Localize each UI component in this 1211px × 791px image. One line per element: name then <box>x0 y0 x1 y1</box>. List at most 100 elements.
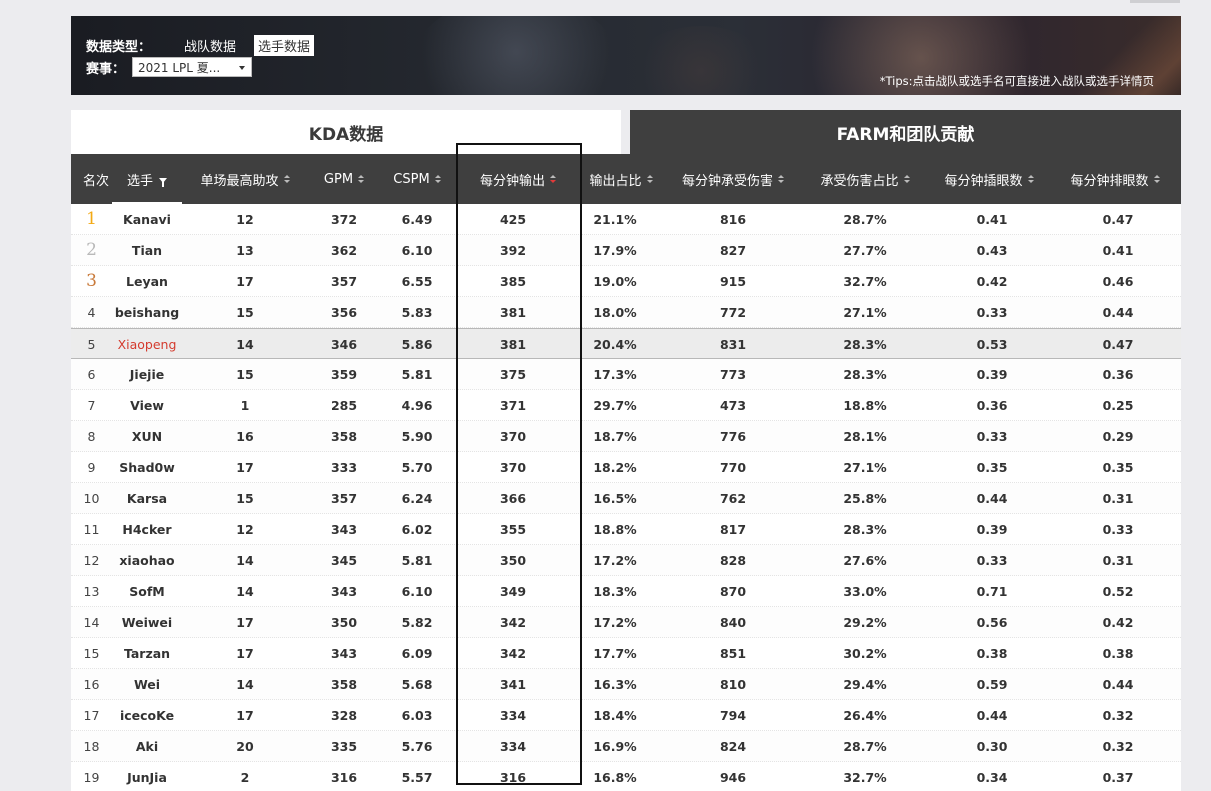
sort-icon[interactable] <box>1153 174 1160 184</box>
cell-dt-share: 18.8% <box>843 398 887 413</box>
cell-player[interactable]: Weiwei <box>112 607 182 638</box>
cell-player[interactable]: xiaohao <box>112 545 182 576</box>
table-row[interactable]: 7 View 1 285 4.96 371 29.7% 473 18.8% 0.36 0.25 <box>71 390 1181 421</box>
cell-player[interactable]: H4cker <box>112 514 182 545</box>
rank-medal-icon: 1 <box>86 209 97 229</box>
cell-dt-share: 32.7% <box>843 274 887 289</box>
table-row[interactable]: 16 Wei 14 358 5.68 341 16.3% 810 29.4% 0.59 0.44 <box>71 669 1181 700</box>
cell-max-assist: 13 <box>236 243 254 258</box>
cell-wcpm: 0.47 <box>1102 212 1134 227</box>
table-row[interactable]: 14 Weiwei 17 350 5.82 342 17.2% 840 29.2% 0.56 0.4… <box>71 607 1181 638</box>
cell-rank: 16 <box>83 677 100 692</box>
cell-wpm: 0.43 <box>976 243 1008 258</box>
filter-icon[interactable] <box>159 177 167 187</box>
col-wpm[interactable]: 每分钟插眼数 <box>933 154 1045 204</box>
sort-icon[interactable] <box>434 174 441 184</box>
cell-dtpm: 772 <box>719 305 747 320</box>
cell-wcpm: 0.44 <box>1102 305 1134 320</box>
sort-desc-icon[interactable] <box>550 174 556 184</box>
cell-player[interactable]: JunJia <box>112 762 182 791</box>
sort-icon[interactable] <box>903 174 910 184</box>
data-type-filter: 数据类型： 战队数据 选手数据 <box>86 35 328 56</box>
cell-dmg-share: 20.4% <box>593 337 637 352</box>
table-row[interactable]: 8 XUN 16 358 5.90 370 18.7% 776 28.1% 0.33 0.29 <box>71 421 1181 452</box>
col-dpm[interactable]: 每分钟输出 <box>456 154 580 204</box>
cell-cspm: 6.24 <box>401 491 433 506</box>
tips-text: *Tips:点击战队或选手名可直接进入战队或选手详情页 <box>879 74 1154 88</box>
table-row[interactable]: 10 Karsa 15 357 6.24 366 16.5% 762 25.8% 0.44 0.31 <box>71 483 1181 514</box>
cell-player[interactable]: Jiejie <box>112 359 182 390</box>
cell-dmg-share: 18.7% <box>593 429 637 444</box>
col-dt-share[interactable]: 承受伤害占比 <box>809 154 921 204</box>
table-row[interactable]: 9 Shad0w 17 333 5.70 370 18.2% 770 27.1% 0.35 0.35 <box>71 452 1181 483</box>
cell-player[interactable]: Leyan <box>112 266 182 297</box>
col-rank-label: 名次 <box>82 173 109 189</box>
cell-player[interactable]: Wei <box>112 669 182 700</box>
tab-kda[interactable]: KDA数据 <box>71 110 621 154</box>
table-row[interactable]: 1 Kanavi 12 372 6.49 425 21.1% 816 28.7% 0.41 0.47 <box>71 204 1181 235</box>
table-row[interactable]: 2 Tian 13 362 6.10 392 17.9% 827 27.7% 0.43 0.41 <box>71 235 1181 266</box>
cell-dt-share: 28.3% <box>843 522 887 537</box>
tab-farm[interactable]: FARM和团队贡献 <box>630 110 1181 154</box>
cell-cspm: 5.70 <box>401 460 433 475</box>
scrollbar-stub[interactable] <box>1130 0 1180 3</box>
col-max-assist[interactable]: 单场最高助攻 <box>189 154 301 204</box>
cell-player[interactable]: Aki <box>112 731 182 762</box>
cell-gpm: 316 <box>330 770 358 785</box>
table-row[interactable]: 6 Jiejie 15 359 5.81 375 17.3% 773 28.3% 0.39 0.36 <box>71 359 1181 390</box>
cell-player[interactable]: SofM <box>112 576 182 607</box>
event-select[interactable]: 2021 LPL 夏... <box>132 57 252 77</box>
cell-dtpm: 828 <box>719 553 747 568</box>
table-row[interactable]: 4 beishang 15 356 5.83 381 18.0% 772 27.1% 0.33 0.… <box>71 297 1181 328</box>
cell-wcpm: 0.38 <box>1102 646 1134 661</box>
cell-max-assist: 2 <box>240 770 250 785</box>
cell-gpm: 362 <box>330 243 358 258</box>
cell-max-assist: 14 <box>236 553 254 568</box>
option-team-data[interactable]: 战队数据 <box>180 35 240 56</box>
cell-player[interactable]: Karsa <box>112 483 182 514</box>
rank-medal-icon: 2 <box>86 240 97 260</box>
cell-dt-share: 28.3% <box>843 337 887 352</box>
table-row[interactable]: 3 Leyan 17 357 6.55 385 19.0% 915 32.7% 0.42 0.46 <box>71 266 1181 297</box>
col-cspm[interactable]: CSPM <box>381 154 453 204</box>
cell-player[interactable]: Xiaopeng <box>112 329 182 360</box>
cell-dtpm: 870 <box>719 584 747 599</box>
cell-dpm: 366 <box>499 491 527 506</box>
cell-player[interactable]: Tarzan <box>112 638 182 669</box>
col-dtpm[interactable]: 每分钟承受伤害 <box>669 154 797 204</box>
table-row[interactable]: 17 icecoKe 17 328 6.03 334 18.4% 794 26.4% 0.44 0.… <box>71 700 1181 731</box>
cell-wcpm: 0.41 <box>1102 243 1134 258</box>
cell-wpm: 0.30 <box>976 739 1008 754</box>
table-row[interactable]: 15 Tarzan 17 343 6.09 342 17.7% 851 30.2% 0.38 0.3… <box>71 638 1181 669</box>
cell-player[interactable]: beishang <box>112 297 182 328</box>
col-dpm-label: 每分钟输出 <box>479 173 545 189</box>
table-row[interactable]: 19 JunJia 2 316 5.57 316 16.8% 946 32.7% 0.34 0.37 <box>71 762 1181 791</box>
col-player[interactable]: 选手 <box>112 154 182 204</box>
cell-player[interactable]: XUN <box>112 421 182 452</box>
cell-max-assist: 17 <box>236 460 254 475</box>
col-dmg-share[interactable]: 输出占比 <box>579 154 663 204</box>
cell-dt-share: 28.1% <box>843 429 887 444</box>
cell-player[interactable]: icecoKe <box>112 700 182 731</box>
cell-max-assist: 1 <box>240 398 250 413</box>
option-player-data[interactable]: 选手数据 <box>254 35 315 56</box>
sort-icon[interactable] <box>283 174 290 184</box>
cell-dpm: 355 <box>499 522 527 537</box>
table-row[interactable]: 18 Aki 20 335 5.76 334 16.9% 824 28.7% 0.30 0.32 <box>71 731 1181 762</box>
cell-player[interactable]: Tian <box>112 235 182 266</box>
col-gpm[interactable]: GPM <box>309 154 379 204</box>
cell-player[interactable]: Kanavi <box>112 204 182 235</box>
cell-rank: 6 <box>87 367 96 382</box>
table-row[interactable]: 13 SofM 14 343 6.10 349 18.3% 870 33.0% 0.71 0.52 <box>71 576 1181 607</box>
table-row[interactable]: 12 xiaohao 14 345 5.81 350 17.2% 828 27.6% 0.33 0.… <box>71 545 1181 576</box>
cell-player[interactable]: View <box>112 390 182 421</box>
sort-icon[interactable] <box>358 174 365 184</box>
sort-icon[interactable] <box>646 174 653 184</box>
cell-rank: 10 <box>83 491 100 506</box>
sort-icon[interactable] <box>1027 174 1034 184</box>
table-row[interactable]: 5 Xiaopeng 14 346 5.86 381 20.4% 831 28.3% 0.53 0.… <box>71 328 1181 359</box>
cell-player[interactable]: Shad0w <box>112 452 182 483</box>
table-row[interactable]: 11 H4cker 12 343 6.02 355 18.8% 817 28.3% 0.39 0.3… <box>71 514 1181 545</box>
sort-icon[interactable] <box>778 174 784 184</box>
col-wcpm[interactable]: 每分钟排眼数 <box>1059 154 1171 204</box>
